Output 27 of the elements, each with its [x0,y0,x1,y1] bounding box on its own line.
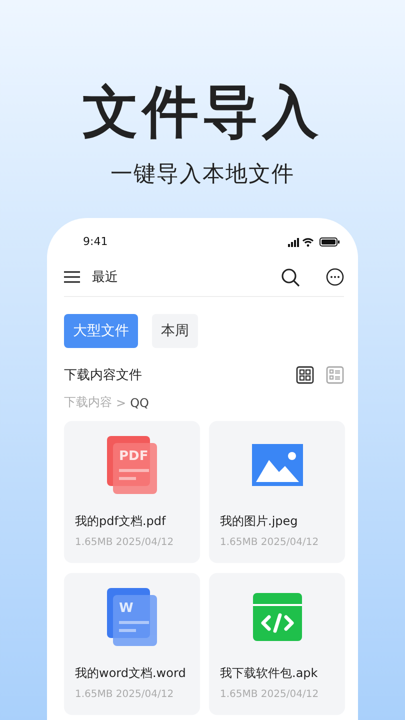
file-meta: 1.65MB 2025/04/12 [75,537,175,548]
file-card[interactable]: W 我的word文档.word 1.65MB 2025/04/12 [64,573,200,715]
file-meta: 1.65MB 2025/04/12 [220,689,320,700]
image-icon [252,444,302,486]
status-time: 9:41 [83,235,108,248]
code-icon [252,593,302,641]
file-card[interactable]: 我下载软件包.apk 1.65MB 2025/04/12 [209,573,345,715]
status-icons [288,236,340,246]
search-icon[interactable] [281,268,300,286]
toolbar-title: 最近 [92,269,119,286]
menu-icon[interactable] [64,271,80,283]
file-name: 我的pdf文档.pdf [75,513,167,530]
file-card[interactable]: PDF 我的pdf文档.pdf 1.65MB 2025/04/12 [64,421,200,563]
filter-chip[interactable]: 本周 [152,314,198,348]
headline: 文件导入 [82,79,322,147]
breadcrumb-separator: > [116,396,126,410]
file-meta: 1.65MB 2025/04/12 [220,537,320,548]
file-meta: 1.65MB 2025/04/12 [75,689,175,700]
file-name: 我的word文档.word [75,665,187,682]
file-card[interactable]: 我的图片.jpeg 1.65MB 2025/04/12 [209,421,345,563]
file-name: 我下载软件包.apk [220,665,319,682]
section-title: 下载内容文件 [64,367,143,384]
grid-view-icon[interactable] [296,366,314,384]
file-name: 我的图片.jpeg [220,513,299,530]
more-icon[interactable] [326,268,344,286]
subtitle: 一键导入本地文件 [110,161,294,189]
breadcrumb-current: QQ [130,396,149,410]
